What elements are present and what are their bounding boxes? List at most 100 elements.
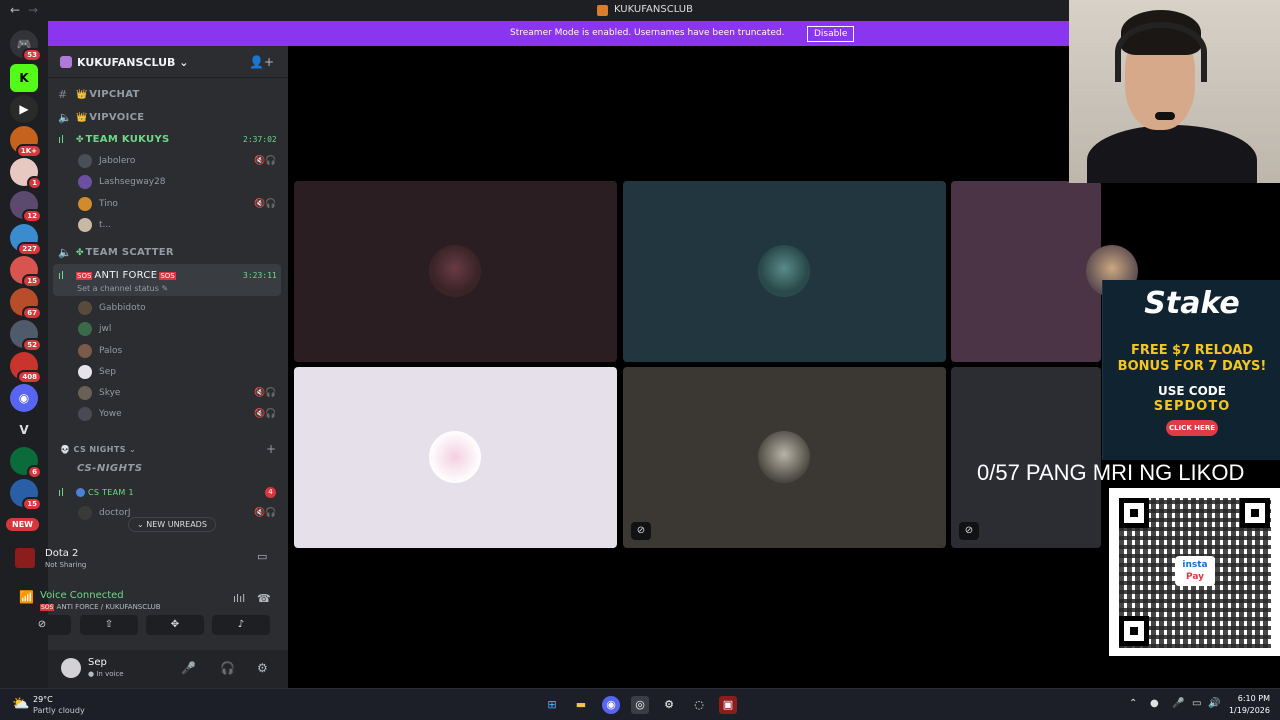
back-arrow-icon[interactable]: ← xyxy=(10,3,20,17)
member-item[interactable]: Tino xyxy=(78,196,118,212)
channel-status[interactable]: Set a channel status ✎ xyxy=(77,284,168,293)
server-icon-discord-home[interactable]: 🎮 53 xyxy=(10,30,42,62)
windows-start-icon[interactable]: ⊞ xyxy=(543,696,561,714)
live-voice-icon: ıl xyxy=(58,486,65,499)
member-item[interactable]: doctorJ xyxy=(78,505,131,521)
channel-cs-team[interactable]: ıl CS TEAM 1 xyxy=(58,486,134,499)
category-cs-nights[interactable]: 💀 CS NIGHTS ⌄ xyxy=(60,445,136,454)
globe-icon xyxy=(76,488,85,497)
channel-team-kukuys[interactable]: ıl ✤ TEAM KUKUYS xyxy=(58,133,170,146)
server-icon-server-3[interactable]: 1K+ xyxy=(10,126,42,158)
discord-icon[interactable]: ◉ xyxy=(602,696,620,714)
avatar xyxy=(78,365,92,379)
microphone-icon[interactable]: 🎤 xyxy=(181,661,196,675)
server-name: KUKUFANSCLUB ⌄ xyxy=(77,56,189,69)
stake-cta-button[interactable]: CLICK HERE xyxy=(1166,420,1218,436)
server-icon-server-12[interactable]: V xyxy=(10,416,38,444)
window-title: KUKUFANSCLUB xyxy=(614,4,693,15)
participant-tile[interactable]: ⊘ xyxy=(623,367,946,548)
noise-suppression-icon[interactable]: ılıl xyxy=(233,592,245,605)
channel-anti-force[interactable]: ıl SOS ANTI FORCE SOS xyxy=(58,269,176,282)
disable-button[interactable]: Disable xyxy=(807,26,855,42)
dota-icon[interactable]: ▣ xyxy=(719,696,737,714)
activity-status: Not Sharing xyxy=(45,561,87,569)
qr-finder xyxy=(1119,498,1149,528)
streamer-mode-banner: Streamer Mode is enabled. Usernames have… xyxy=(48,21,1069,46)
participant-tile[interactable] xyxy=(294,367,617,548)
member-item[interactable]: Gabbidoto xyxy=(78,300,146,316)
add-user-icon[interactable]: 👤+ xyxy=(249,55,274,69)
camera-off-icon: ⊘ xyxy=(959,522,979,540)
server-icon-server-9[interactable]: 52 xyxy=(10,320,42,352)
server-icon-server-14[interactable]: 15 xyxy=(10,479,42,511)
microphone-icon[interactable]: 🎤 xyxy=(1172,698,1184,709)
member-item[interactable]: Jabolero xyxy=(78,153,135,169)
notification-badge: 12 xyxy=(22,209,42,223)
channel-cs-nights[interactable]: CS-NIGHTS xyxy=(77,463,143,474)
monitor-icon[interactable]: ▭ xyxy=(1192,698,1201,709)
server-icon-server-7[interactable]: 15 xyxy=(10,256,42,288)
server-icon-server-6[interactable]: 227 xyxy=(10,224,42,256)
channel-vipchat[interactable]: # 👑 VIPCHAT xyxy=(58,88,140,101)
chevron-up-icon[interactable]: ⌃ xyxy=(1129,698,1137,709)
streamer-webcam xyxy=(1069,0,1280,183)
signal-icon: 📶 xyxy=(19,590,34,604)
weather-icon[interactable]: ⛅ xyxy=(12,696,29,712)
user-name: Sep xyxy=(88,657,107,668)
server-icon-kick[interactable]: K xyxy=(10,64,38,92)
member-item[interactable]: jwl xyxy=(78,321,111,337)
camera-button[interactable]: ⊘ xyxy=(13,615,71,635)
stake-logo: Stake xyxy=(1144,286,1240,321)
member-item[interactable]: Yowe xyxy=(78,406,122,422)
server-icon-server-10[interactable]: 408 xyxy=(10,352,42,384)
channel-label: TEAM KUKUYS xyxy=(85,134,170,145)
participant-tile[interactable] xyxy=(951,181,1138,362)
server-icon-server-13[interactable]: 6 xyxy=(10,447,42,479)
server-icon-server-5[interactable]: 12 xyxy=(10,191,42,223)
microphone-boom xyxy=(1155,112,1175,120)
participant-avatar xyxy=(429,431,481,483)
member-item[interactable]: t... xyxy=(78,217,111,233)
clock-date[interactable]: 1/19/2026 xyxy=(1224,706,1270,715)
activities-button[interactable]: ✥ xyxy=(146,615,204,635)
stake-ad[interactable]: Stake FREE $7 RELOAD BONUS FOR 7 DAYS! US… xyxy=(1102,280,1280,460)
avatar xyxy=(78,506,92,520)
forward-arrow-icon[interactable]: → xyxy=(28,3,38,17)
tray-app-icon[interactable]: ● xyxy=(1150,698,1159,709)
channel-team-scatter[interactable]: 🔈 ✤ TEAM SCATTER xyxy=(58,246,174,259)
steam-icon[interactable]: ⚙ xyxy=(660,696,678,714)
member-item[interactable]: Palos xyxy=(78,343,122,359)
share-screen-button[interactable]: ⇧ xyxy=(80,615,138,635)
server-icon-play[interactable]: ▶ xyxy=(10,95,38,123)
voice-channel: SOS ANTI FORCE / KUKUFANSCLUB xyxy=(40,603,161,611)
qr-finder xyxy=(1240,498,1270,528)
file-explorer-icon[interactable]: ▬ xyxy=(572,696,590,714)
clock-time[interactable]: 6:10 PM xyxy=(1230,694,1270,703)
new-servers-pill[interactable]: NEW xyxy=(6,518,39,531)
server-icon-server-11[interactable]: ◉ xyxy=(10,384,38,412)
member-name: t... xyxy=(99,220,112,230)
new-unreads-pill[interactable]: ⌄ NEW UNREADS xyxy=(128,517,216,532)
soundboard-button[interactable]: ♪ xyxy=(212,615,270,635)
member-item[interactable]: Sep xyxy=(78,364,116,380)
channel-label: VIPCHAT xyxy=(89,89,140,100)
participant-tile[interactable] xyxy=(623,181,946,362)
member-item[interactable]: Skye xyxy=(78,385,120,401)
server-icon-server-4[interactable]: 1 xyxy=(10,158,42,190)
server-icon-server-8[interactable]: 67 xyxy=(10,288,42,320)
chrome-icon[interactable]: ◎ xyxy=(631,696,649,714)
server-header[interactable]: KUKUFANSCLUB ⌄ 👤+ xyxy=(48,46,288,78)
volume-icon[interactable]: 🔊 xyxy=(1208,698,1220,709)
headphones-icon[interactable]: 🎧 xyxy=(220,661,235,675)
overlay-counter-text: 0/57 PANG MRI NG LIKOD xyxy=(977,460,1245,485)
obs-icon[interactable]: ◌ xyxy=(690,696,708,714)
participant-tile[interactable]: ⊘ xyxy=(951,367,1101,548)
settings-gear-icon[interactable]: ⚙ xyxy=(257,661,268,675)
avatar[interactable] xyxy=(61,658,81,678)
participant-tile[interactable] xyxy=(294,181,617,362)
member-item[interactable]: Lashsegway28 xyxy=(78,174,166,190)
disconnect-icon[interactable]: ☎ xyxy=(257,592,271,605)
crown-icon: 👑 xyxy=(76,112,88,123)
channel-vipvoice[interactable]: 🔈 👑 VIPVOICE xyxy=(58,111,144,124)
voice-status: Voice Connected xyxy=(40,590,124,601)
